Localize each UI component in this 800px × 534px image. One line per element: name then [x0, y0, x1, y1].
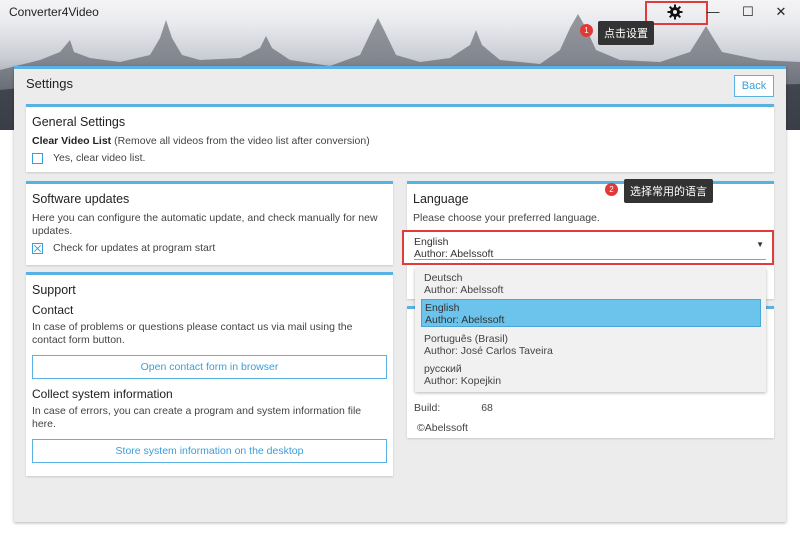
close-button[interactable]: ✕ — [766, 2, 796, 22]
back-button[interactable]: Back — [734, 75, 774, 97]
checkbox-checked-icon[interactable] — [32, 242, 43, 254]
option-author: Author: Kopejkin — [424, 375, 502, 387]
option-name: Português (Brasil) — [424, 333, 509, 345]
maximize-button[interactable]: ☐ — [733, 2, 763, 22]
language-title: Language — [413, 192, 469, 206]
clear-video-list-desc: (Remove all videos from the video list a… — [111, 135, 370, 147]
language-select[interactable]: English Author: Abelssoft ▼ — [402, 230, 774, 265]
option-author: Author: Abelssoft — [424, 284, 504, 296]
build-row: Build: 68 — [414, 402, 493, 414]
callout-click-settings: 点击设置 — [598, 21, 654, 45]
selected-language-name: English — [414, 236, 449, 248]
copyright: ©Abelssoft — [417, 422, 468, 434]
language-description: Please choose your preferred language. — [413, 212, 600, 224]
language-dropdown-list: Deutsch Author: Abelssoft English Author… — [415, 268, 766, 392]
app-title: Converter4Video — [9, 5, 99, 19]
build-label: Build: — [414, 402, 441, 414]
option-author: Author: Abelssoft — [425, 314, 505, 326]
minimize-button[interactable]: — — [698, 2, 728, 22]
clear-video-list-option: Yes, clear video list. — [53, 152, 146, 164]
contact-description: In case of problems or questions please … — [32, 321, 353, 346]
general-settings-title: General Settings — [32, 115, 126, 129]
general-settings-card: General Settings Clear Video List (Remov… — [26, 104, 774, 172]
option-name: English — [425, 302, 460, 314]
language-option-deutsch[interactable]: Deutsch Author: Abelssoft — [421, 270, 761, 298]
language-select-value: English Author: Abelssoft — [414, 236, 493, 260]
collect-system-info-description: In case of errors, you can create a prog… — [32, 405, 362, 430]
support-title: Support — [32, 283, 76, 297]
clear-video-list-checkbox[interactable]: Yes, clear video list. — [32, 152, 768, 164]
gear-icon[interactable] — [667, 4, 683, 20]
contact-title: Contact — [32, 303, 74, 317]
open-contact-form-button[interactable]: Open contact form in browser — [32, 355, 387, 379]
language-option-russian[interactable]: русский Author: Kopejkin — [421, 361, 761, 389]
page-title: Settings — [26, 76, 73, 91]
collect-system-info-title: Collect system information — [32, 387, 173, 401]
auto-update-option: Check for updates at program start — [53, 242, 216, 254]
option-author: Author: José Carlos Taveira — [424, 345, 553, 357]
software-updates-title: Software updates — [32, 192, 130, 206]
clear-video-list-label: Clear Video List — [32, 135, 112, 147]
build-value: 68 — [481, 402, 493, 414]
option-name: Deutsch — [424, 272, 463, 284]
clear-video-list-description: Clear Video List (Remove all videos from… — [32, 135, 768, 148]
checkbox-box[interactable] — [32, 152, 43, 164]
software-updates-description: Here you can configure the automatic upd… — [32, 212, 378, 237]
callout-badge-1: 1 — [580, 24, 593, 37]
language-option-english[interactable]: English Author: Abelssoft — [421, 299, 761, 327]
callout-choose-language: 选择常用的语言 — [624, 179, 713, 203]
store-system-info-button[interactable]: Store system information on the desktop — [32, 439, 387, 463]
software-updates-card: Software updates Here you can configure … — [26, 181, 393, 265]
support-card: Support Contact In case of problems or q… — [26, 272, 393, 476]
callout-badge-2: 2 — [605, 183, 618, 196]
language-option-portugues[interactable]: Português (Brasil) Author: José Carlos T… — [421, 331, 761, 359]
caret-down-icon[interactable]: ▼ — [756, 240, 764, 249]
auto-update-checkbox[interactable]: Check for updates at program start — [32, 242, 387, 254]
select-underline — [414, 259, 766, 260]
option-name: русский — [424, 363, 462, 375]
